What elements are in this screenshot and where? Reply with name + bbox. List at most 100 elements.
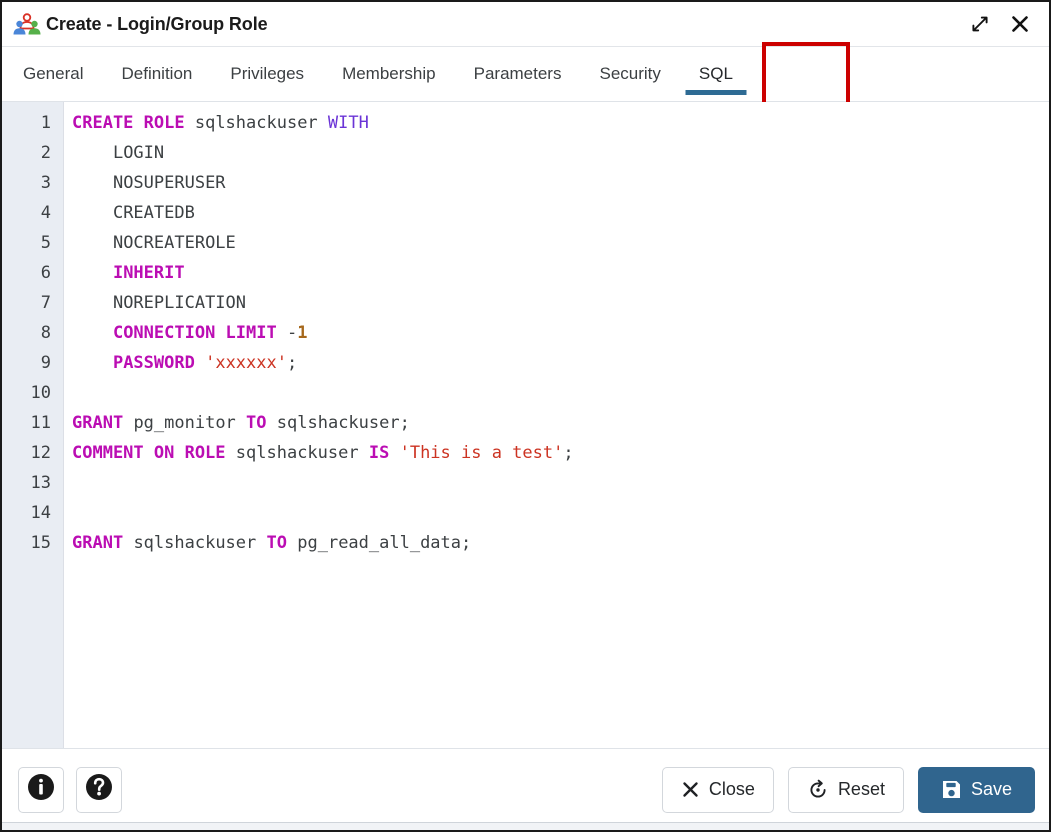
code-token: 'xxxxxx' <box>205 353 287 373</box>
dialog-title: Create - Login/Group Role <box>46 14 268 35</box>
line-number: 12 <box>2 438 63 468</box>
tab-label: Security <box>599 64 660 84</box>
code-token: TO <box>267 533 287 553</box>
help-button[interactable] <box>76 767 122 813</box>
code-token: NOCREATEROLE <box>113 233 236 253</box>
code-line <box>72 468 1049 498</box>
tab-membership[interactable]: Membership <box>323 47 455 101</box>
tab-general[interactable]: General <box>4 47 102 101</box>
tab-parameters[interactable]: Parameters <box>455 47 581 101</box>
line-number: 3 <box>2 168 63 198</box>
code-token <box>389 443 399 463</box>
code-token <box>226 443 236 463</box>
line-number: 4 <box>2 198 63 228</box>
horizontal-scrollbar[interactable] <box>2 822 1049 830</box>
code-line <box>72 378 1049 408</box>
code-token: LOGIN <box>113 143 164 163</box>
code-token: ; <box>461 533 471 553</box>
code-line: NOREPLICATION <box>72 288 1049 318</box>
tab-security[interactable]: Security <box>580 47 679 101</box>
reset-button[interactable]: Reset <box>788 767 904 813</box>
code-line <box>72 498 1049 528</box>
line-number: 13 <box>2 468 63 498</box>
code-line: LOGIN <box>72 138 1049 168</box>
code-token <box>72 353 113 373</box>
line-number: 15 <box>2 528 63 558</box>
code-token: NOREPLICATION <box>113 293 246 313</box>
code-token: ; <box>287 353 297 373</box>
tab-label: Parameters <box>474 64 562 84</box>
tab-label: General <box>23 64 83 84</box>
help-circle-icon <box>85 773 113 806</box>
code-token: COMMENT ON ROLE <box>72 443 226 463</box>
code-line: NOSUPERUSER <box>72 168 1049 198</box>
tab-privileges[interactable]: Privileges <box>211 47 323 101</box>
code-token: PASSWORD <box>113 353 195 373</box>
code-token <box>287 533 297 553</box>
create-login-group-role-dialog: Create - Login/Group Role General Defini… <box>0 0 1051 832</box>
line-number: 1 <box>2 108 63 138</box>
code-line: CONNECTION LIMIT -1 <box>72 318 1049 348</box>
code-token: pg_monitor <box>133 413 235 433</box>
code-token <box>72 293 113 313</box>
code-token: 1 <box>297 323 307 343</box>
code-token: pg_read_all_data <box>297 533 461 553</box>
group-role-icon <box>12 12 42 36</box>
code-line: GRANT pg_monitor TO sqlshackuser; <box>72 408 1049 438</box>
code-token <box>195 353 205 373</box>
code-line: GRANT sqlshackuser TO pg_read_all_data; <box>72 528 1049 558</box>
tab-label: Membership <box>342 64 436 84</box>
reset-circular-arrow-icon <box>807 779 829 801</box>
line-number: 6 <box>2 258 63 288</box>
close-button[interactable]: Close <box>662 767 774 813</box>
sql-code-content[interactable]: CREATE ROLE sqlshackuser WITH LOGIN NOSU… <box>64 102 1049 748</box>
code-token: NOSUPERUSER <box>113 173 226 193</box>
code-line: NOCREATEROLE <box>72 228 1049 258</box>
code-token: CREATEDB <box>113 203 195 223</box>
save-button-label: Save <box>971 779 1012 800</box>
line-number: 11 <box>2 408 63 438</box>
code-token: sqlshackuser <box>133 533 256 553</box>
code-token: CREATE ROLE <box>72 113 185 133</box>
code-line: CREATE ROLE sqlshackuser WITH <box>72 108 1049 138</box>
code-line: INHERIT <box>72 258 1049 288</box>
code-token <box>318 113 328 133</box>
code-token <box>123 533 133 553</box>
code-token: sqlshackuser <box>236 443 359 463</box>
code-token <box>267 413 277 433</box>
code-token: CONNECTION LIMIT <box>113 323 277 343</box>
info-button[interactable] <box>18 767 64 813</box>
line-number: 14 <box>2 498 63 528</box>
tab-definition[interactable]: Definition <box>102 47 211 101</box>
expand-diagonal-icon[interactable] <box>965 9 995 39</box>
sql-editor[interactable]: 123456789101112131415 CREATE ROLE sqlsha… <box>2 102 1049 748</box>
code-token: sqlshackuser <box>277 413 400 433</box>
dialog-titlebar: Create - Login/Group Role <box>2 2 1049 47</box>
code-token: GRANT <box>72 533 123 553</box>
reset-button-label: Reset <box>838 779 885 800</box>
line-number: 7 <box>2 288 63 318</box>
code-token <box>256 533 266 553</box>
close-icon[interactable] <box>1005 9 1035 39</box>
dialog-footer: Close Reset Save <box>2 748 1049 830</box>
close-x-icon <box>681 780 700 799</box>
code-token: ; <box>563 443 573 463</box>
code-token: GRANT <box>72 413 123 433</box>
save-button[interactable]: Save <box>918 767 1035 813</box>
tab-label: SQL <box>699 64 733 84</box>
code-token: 'This is a test' <box>400 443 564 463</box>
code-token: INHERIT <box>113 263 185 283</box>
code-token <box>72 323 113 343</box>
code-token <box>72 263 113 283</box>
tab-label: Privileges <box>230 64 304 84</box>
code-token <box>185 113 195 133</box>
code-token <box>72 203 113 223</box>
code-line: CREATEDB <box>72 198 1049 228</box>
code-token: TO <box>246 413 266 433</box>
line-number-gutter: 123456789101112131415 <box>2 102 64 748</box>
code-token <box>236 413 246 433</box>
line-number: 8 <box>2 318 63 348</box>
tab-sql[interactable]: SQL <box>680 47 752 101</box>
code-line: COMMENT ON ROLE sqlshackuser IS 'This is… <box>72 438 1049 468</box>
line-number: 5 <box>2 228 63 258</box>
